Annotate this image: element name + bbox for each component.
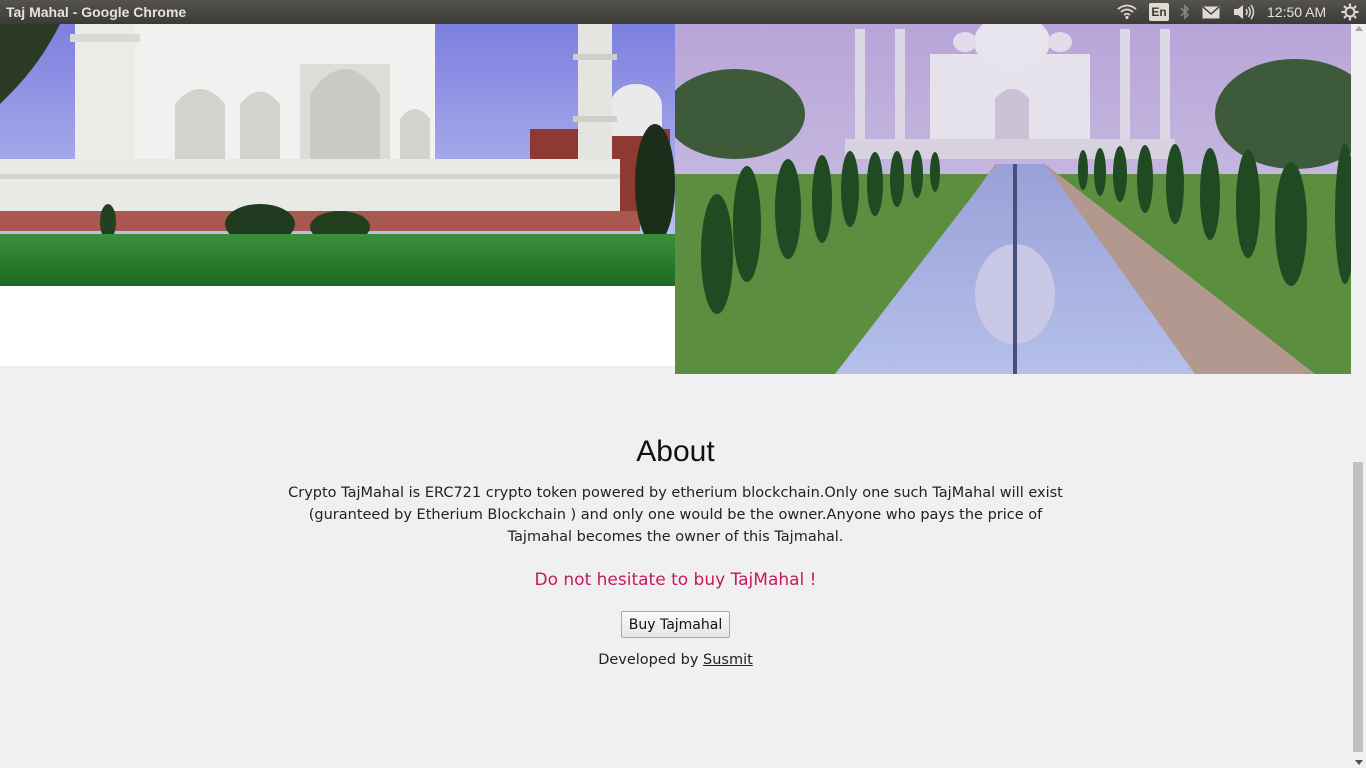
scrollbar-thumb[interactable] — [1353, 462, 1363, 752]
wifi-icon[interactable] — [1116, 0, 1138, 24]
window-title-bar: Taj Mahal - Google Chrome En 12:50 AM — [0, 0, 1366, 24]
taj-mahal-reflecting-pool-image — [675, 24, 1351, 374]
volume-icon[interactable] — [1233, 0, 1255, 24]
credit-prefix: Developed by — [598, 652, 704, 668]
keyboard-layout-label: En — [1149, 3, 1169, 21]
buy-tajmahal-button[interactable]: Buy Tajmahal — [620, 611, 731, 638]
about-heading: About — [636, 435, 715, 468]
page-viewport: About Crypto TajMahal is ERC721 crypto t… — [0, 24, 1351, 768]
call-to-action-text: Do not hesitate to buy TajMahal ! — [534, 570, 817, 590]
taj-mahal-side-view-image — [0, 24, 675, 286]
bluetooth-icon[interactable] — [1178, 0, 1192, 24]
clock[interactable]: 12:50 AM — [1267, 0, 1331, 24]
vertical-scrollbar[interactable] — [1351, 24, 1366, 768]
mail-icon[interactable] — [1201, 0, 1221, 24]
power-settings-icon[interactable] — [1340, 0, 1360, 24]
clock-time: 12:50 AM — [1267, 4, 1327, 20]
keyboard-layout-indicator[interactable]: En — [1148, 0, 1170, 24]
scroll-down-arrow-icon[interactable] — [1355, 760, 1363, 765]
developer-credit: Developed by Susmit — [0, 652, 1351, 668]
developer-link[interactable]: Susmit — [703, 652, 753, 668]
scroll-up-arrow-icon[interactable] — [1355, 26, 1363, 31]
window-title: Taj Mahal - Google Chrome — [6, 4, 187, 20]
left-image-panel — [0, 24, 675, 366]
about-description: Crypto TajMahal is ERC721 crypto token p… — [288, 485, 1063, 545]
about-section: About Crypto TajMahal is ERC721 crypto t… — [0, 434, 1351, 668]
